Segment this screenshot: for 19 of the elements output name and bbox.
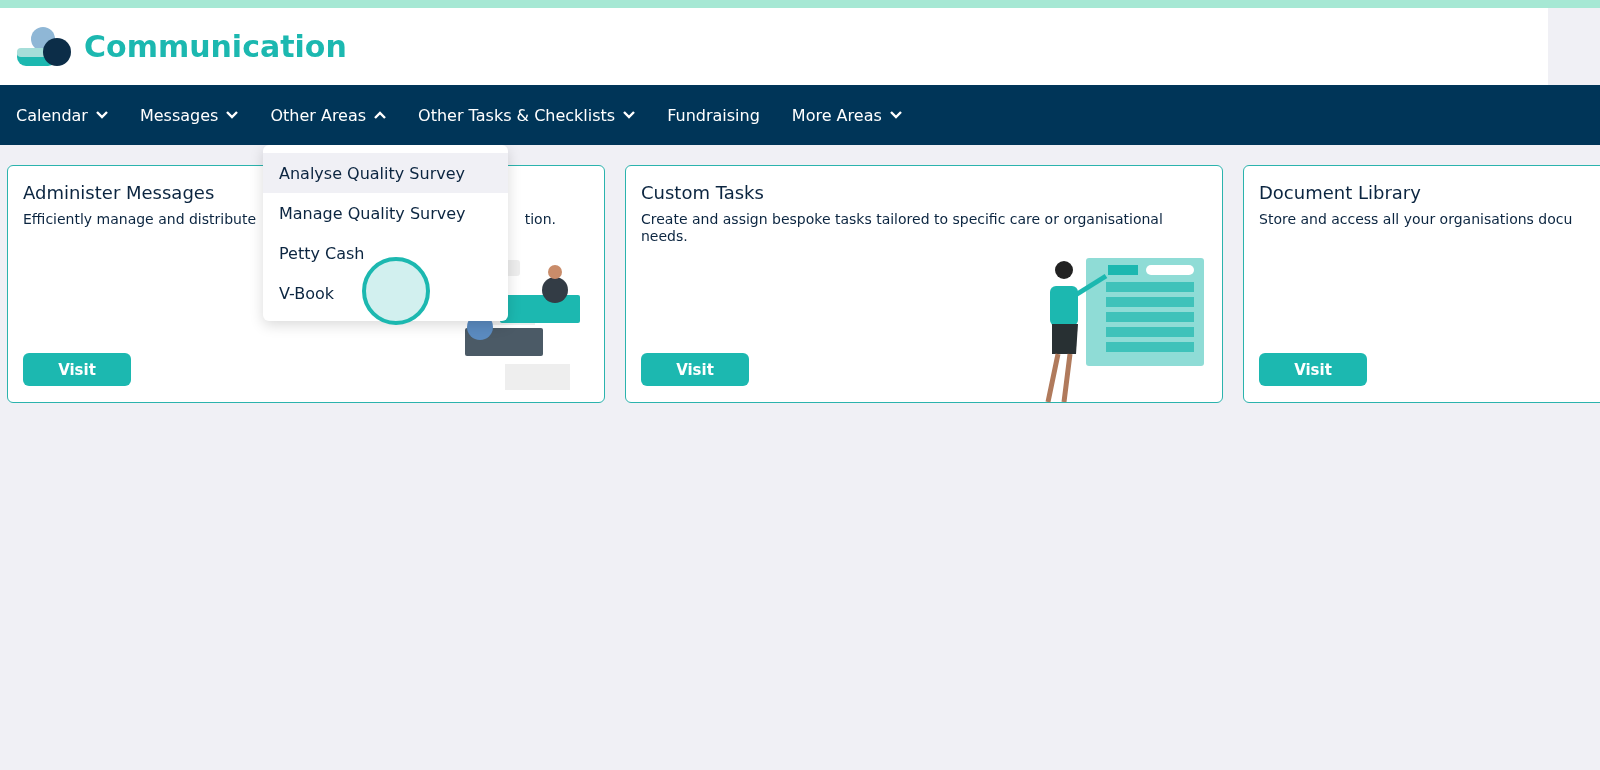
card-description: Store and access all your organisations docu	[1259, 211, 1573, 228]
nav-item[interactable]: Fundraising	[667, 105, 760, 125]
card-description: Create and assign bespoke tasks tailored to specific care or organisational needs.	[641, 211, 1164, 245]
menu-item[interactable]: Petty Cash	[263, 233, 508, 273]
page-title: Communication	[84, 29, 347, 64]
card-description: Efficiently manage and distribute	[23, 211, 257, 228]
card-title: Document Library	[1259, 182, 1422, 203]
nav-item[interactable]: More Areas	[791, 105, 902, 125]
menu-item[interactable]: Analyse Quality Survey	[263, 153, 508, 193]
card-description: tion.	[524, 211, 556, 228]
card-title: Administer Messages	[23, 182, 216, 203]
nav-item[interactable]: Calendar	[16, 105, 108, 125]
nav-item[interactable]: Messages	[139, 105, 239, 125]
logo-icon	[16, 25, 72, 68]
nav-item[interactable]: Other Tasks & Checklists	[418, 105, 636, 125]
menu-item[interactable]: Manage Quality Survey	[263, 193, 508, 233]
card-title: Custom Tasks	[641, 182, 765, 203]
menu-item[interactable]: V-Book	[263, 273, 508, 313]
nav-item[interactable]: Other Areas	[270, 105, 387, 125]
